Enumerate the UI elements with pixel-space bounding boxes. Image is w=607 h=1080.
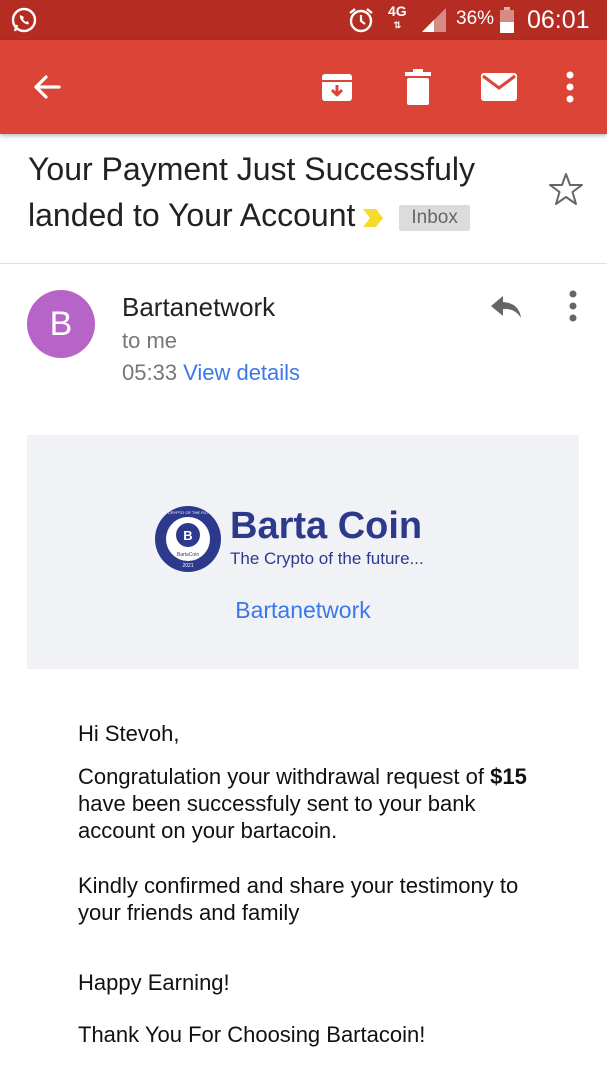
- svg-text:B: B: [183, 528, 192, 543]
- svg-text:THE CRYPTO OF THE FUTURE: THE CRYPTO OF THE FUTURE: [159, 510, 218, 515]
- app-toolbar: [0, 40, 607, 134]
- message-paragraph-3: Happy Earning!: [78, 970, 230, 995]
- back-button[interactable]: [22, 62, 72, 112]
- svg-text:2021: 2021: [182, 563, 193, 569]
- arrow-back-icon: [34, 75, 61, 99]
- archive-icon: [322, 74, 352, 101]
- recipient-label: to me: [122, 328, 178, 353]
- status-clock: 06:01: [527, 6, 590, 34]
- view-details-link[interactable]: View details: [183, 360, 300, 385]
- network-indicator: 4G ⇅: [388, 3, 407, 30]
- mark-unread-button[interactable]: [474, 62, 524, 112]
- battery-percent: 36%: [456, 8, 495, 29]
- whatsapp-icon: [11, 7, 37, 33]
- bartanetwork-link[interactable]: Bartanetwork: [27, 597, 579, 624]
- alarm-icon: [349, 8, 373, 33]
- sender-avatar[interactable]: B: [27, 290, 95, 358]
- message-paragraph-4: Thank You For Choosing Bartacoin!: [78, 1022, 426, 1047]
- email-subject: Your Payment Just Successfuly landed to …: [28, 146, 528, 238]
- header-divider: [0, 263, 607, 264]
- message-paragraph-2: Kindly confirmed and share your testimon…: [78, 873, 519, 925]
- greeting: Hi Stevoh,: [78, 721, 180, 746]
- email-time: 05:33: [122, 360, 178, 385]
- email-banner: B BartaCoin 2021 THE CRYPTO OF THE FUTUR…: [27, 435, 579, 669]
- barta-coin-logo-icon: B BartaCoin 2021 THE CRYPTO OF THE FUTUR…: [155, 506, 221, 572]
- message-paragraph-1: Congratulation your withdrawal request o…: [78, 764, 527, 843]
- reply-icon[interactable]: [488, 288, 524, 324]
- message-more-icon[interactable]: [558, 288, 588, 324]
- inbox-label-chip[interactable]: Inbox: [399, 204, 470, 231]
- email-time-row: 05:33 View details: [122, 360, 300, 386]
- signal-icon: [422, 8, 446, 32]
- archive-button[interactable]: [312, 62, 362, 112]
- more-vert-icon: [566, 71, 574, 103]
- more-options-button[interactable]: [545, 62, 595, 112]
- importance-marker-icon[interactable]: [361, 207, 385, 229]
- brand-tagline: The Crypto of the future...: [230, 549, 424, 568]
- sender-name: Bartanetwork: [122, 292, 276, 322]
- delete-button[interactable]: [393, 62, 443, 112]
- status-bar: 4G ⇅ 36% 06:01: [0, 0, 607, 40]
- mail-icon: [481, 73, 517, 101]
- svg-text:BartaCoin: BartaCoin: [177, 552, 199, 558]
- withdrawal-amount: $15: [490, 764, 527, 789]
- brand-name: Barta Coin: [230, 505, 423, 547]
- trash-icon: [405, 69, 431, 105]
- battery-icon: [500, 7, 514, 33]
- star-icon[interactable]: [548, 171, 584, 207]
